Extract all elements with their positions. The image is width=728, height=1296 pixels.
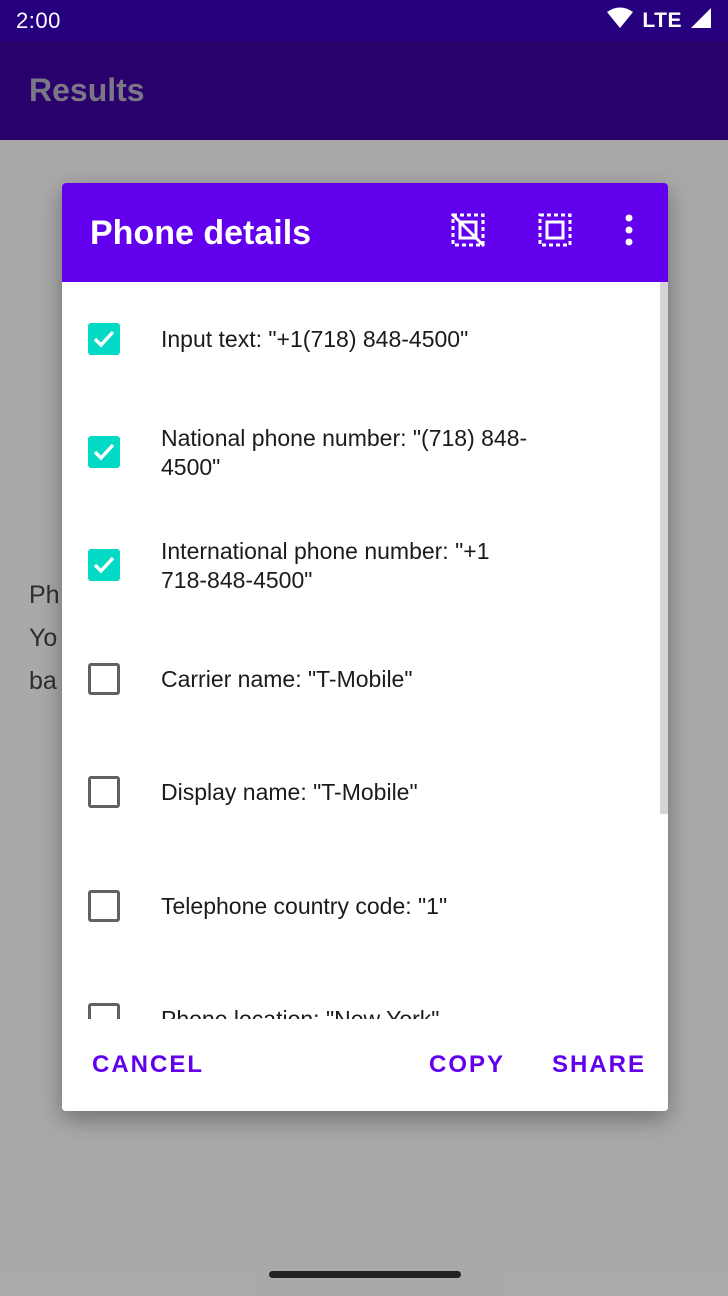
check-icon xyxy=(93,443,115,461)
checkbox-unchecked[interactable] xyxy=(88,776,120,808)
scrollbar[interactable] xyxy=(660,282,668,814)
check-icon xyxy=(93,556,115,574)
status-bar: 2:00 LTE xyxy=(0,0,728,41)
checkbox-unchecked[interactable] xyxy=(88,1003,120,1019)
status-time: 2:00 xyxy=(16,7,61,33)
dialog-actions: CANCEL COPY SHARE xyxy=(62,1019,668,1111)
dialog-title: Phone details xyxy=(90,214,312,252)
list-item[interactable]: Carrier name: "T-Mobile" xyxy=(62,622,660,735)
list-item[interactable]: Telephone country code: "1" xyxy=(62,849,660,962)
wifi-icon xyxy=(606,7,634,34)
checkbox-checked[interactable] xyxy=(88,436,120,468)
deselect-all-icon xyxy=(448,210,488,255)
network-type: LTE xyxy=(642,8,682,32)
item-label: Phone location: "New York" xyxy=(161,1006,440,1019)
select-all-icon xyxy=(535,210,575,255)
select-all-button[interactable] xyxy=(531,208,579,256)
checkbox-unchecked[interactable] xyxy=(88,663,120,695)
home-gesture-bar[interactable] xyxy=(269,1271,461,1278)
dialog-list[interactable]: Input text: "+1(718) 848-4500" National … xyxy=(62,282,668,1019)
list-item[interactable]: Input text: "+1(718) 848-4500" xyxy=(62,282,660,395)
item-label: International phone number: "+1 718-848-… xyxy=(161,538,490,593)
item-label: National phone number: "(718) 848-4500" xyxy=(161,425,528,480)
cancel-button[interactable]: CANCEL xyxy=(92,1041,204,1089)
item-label: Display name: "T-Mobile" xyxy=(161,779,418,805)
item-label: Telephone country code: "1" xyxy=(161,893,448,919)
list-item[interactable]: Phone location: "New York" xyxy=(62,962,660,1019)
share-button[interactable]: SHARE xyxy=(552,1041,646,1089)
list-item[interactable]: Display name: "T-Mobile" xyxy=(62,735,660,848)
cell-signal-icon xyxy=(690,7,712,34)
status-icons: LTE xyxy=(606,7,712,34)
deselect-all-button[interactable] xyxy=(444,208,492,256)
more-vert-icon xyxy=(623,214,635,251)
list-item[interactable]: National phone number: "(718) 848-4500" xyxy=(62,395,660,508)
dialog-header: Phone details xyxy=(62,183,668,282)
copy-button[interactable]: COPY xyxy=(429,1041,505,1089)
item-label: Input text: "+1(718) 848-4500" xyxy=(161,326,469,352)
checkbox-checked[interactable] xyxy=(88,549,120,581)
item-label: Carrier name: "T-Mobile" xyxy=(161,666,413,692)
more-options-button[interactable] xyxy=(605,208,653,256)
phone-details-dialog: Phone details Input text: "+1(718) 848-4… xyxy=(62,183,668,1111)
checkbox-unchecked[interactable] xyxy=(88,890,120,922)
list-item[interactable]: International phone number: "+1 718-848-… xyxy=(62,508,660,621)
checkbox-checked[interactable] xyxy=(88,323,120,355)
check-icon xyxy=(93,330,115,348)
